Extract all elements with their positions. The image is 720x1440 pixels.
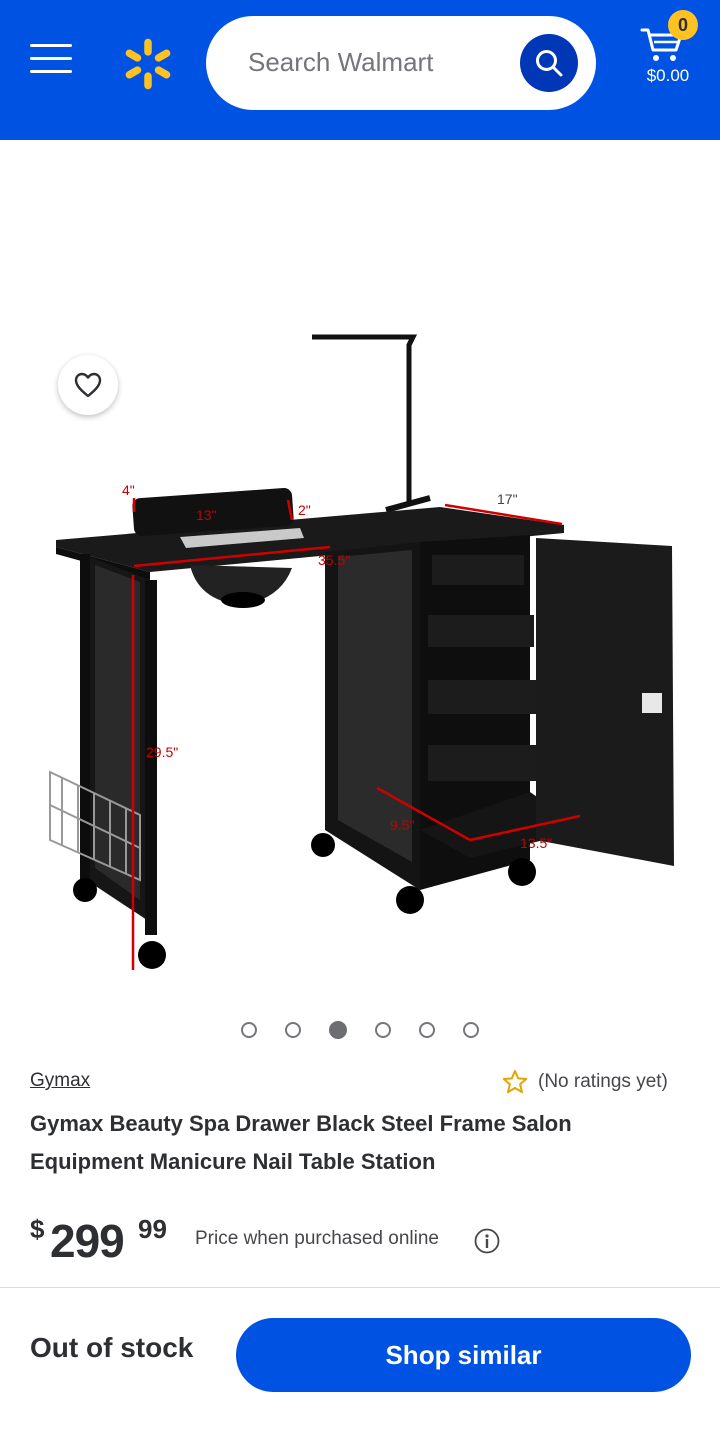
product-title: Gymax Beauty Spa Drawer Black Steel Fram… [30, 1111, 572, 1174]
star-icon [502, 1070, 528, 1094]
price-note: Price when purchased online [195, 1228, 439, 1249]
product-image[interactable]: 4" 13" 2" 17" 35.5" 29.5" 9.5" 13.5" [0, 140, 720, 1010]
dimension-label: 2" [298, 502, 311, 518]
search-icon [536, 50, 563, 77]
dimension-label: 9.5" [390, 817, 414, 833]
search-input[interactable] [248, 44, 508, 80]
stock-status: Out of stock [30, 1332, 194, 1363]
carousel-dot-active[interactable] [329, 1021, 347, 1039]
add-to-favorites-button[interactable] [58, 355, 118, 415]
carousel-dot[interactable] [375, 1022, 391, 1038]
dimension-label: 13.5" [520, 835, 552, 851]
shop-similar-button[interactable]: Shop similar [236, 1318, 691, 1392]
dimension-label: 13" [196, 507, 217, 523]
dimension-label: 4" [122, 482, 135, 498]
rating-summary[interactable]: (No ratings yet) [502, 1068, 668, 1096]
heart-icon [74, 372, 102, 398]
image-carousel-indicator [0, 1018, 720, 1042]
rating-text: (No ratings yet) [538, 1071, 668, 1092]
price-currency-symbol: $ [30, 1214, 45, 1244]
carousel-dot[interactable] [463, 1022, 479, 1038]
nail-table-illustration: 4" 13" 2" 17" 35.5" 29.5" 9.5" 13.5" [49, 334, 674, 970]
dimension-label: 35.5" [318, 552, 350, 568]
walmart-spark-logo[interactable] [120, 36, 176, 92]
divider [0, 1287, 720, 1288]
brand-link[interactable]: Gymax [30, 1070, 90, 1092]
hamburger-menu-icon [30, 44, 72, 73]
dimension-label: 29.5" [146, 744, 178, 760]
carousel-dot[interactable] [285, 1022, 301, 1038]
search-bar [206, 16, 596, 110]
cart-count-badge: 0 [668, 10, 698, 40]
menu-button[interactable] [30, 44, 72, 80]
cart-total: $0.00 [646, 66, 690, 85]
carousel-dot[interactable] [419, 1022, 435, 1038]
carousel-dot[interactable] [241, 1022, 257, 1038]
price-dollars: 299 [50, 1215, 125, 1267]
cart-button[interactable]: 0 $0.00 [632, 10, 702, 100]
info-icon[interactable] [474, 1228, 500, 1254]
search-button[interactable] [520, 34, 578, 92]
price-cents: 99 [138, 1214, 167, 1244]
top-app-bar: 0 $0.00 [0, 0, 720, 140]
dimension-label: 17" [497, 491, 518, 507]
